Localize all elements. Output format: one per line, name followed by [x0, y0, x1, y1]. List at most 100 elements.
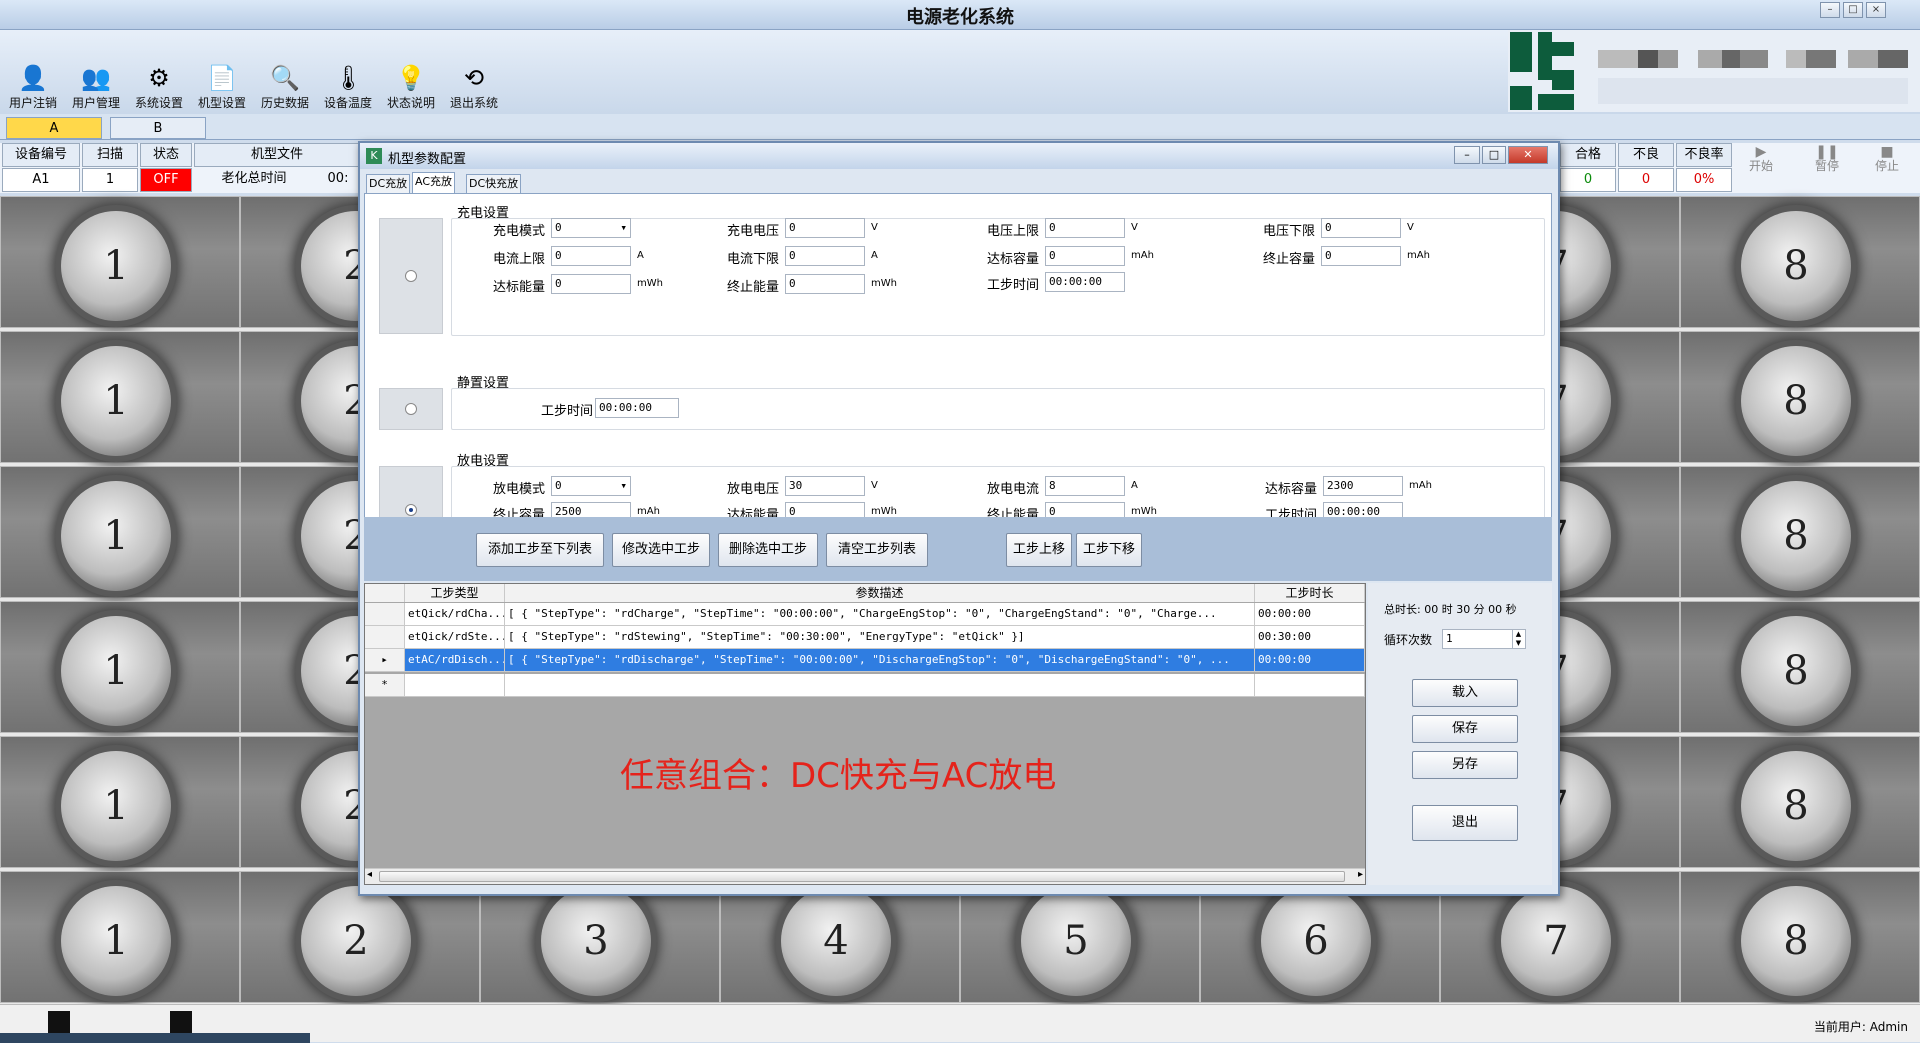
value-input[interactable]: 2300 — [1323, 476, 1403, 496]
tab-dc-fast-charge[interactable]: DC快充放 — [466, 174, 522, 194]
row-selector[interactable] — [365, 603, 405, 625]
table-cell[interactable]: etQick/rdCha... — [405, 603, 505, 625]
value-input[interactable]: 30 — [785, 476, 865, 496]
cycle-count-spinner[interactable]: ▲ ▼ — [1512, 630, 1524, 648]
value-input[interactable]: 0 — [1045, 218, 1125, 238]
save-button[interactable]: 保存 — [1412, 715, 1518, 743]
toolbar-button-6[interactable]: 💡 状态说明 — [380, 30, 442, 112]
value-input[interactable]: 0 — [1045, 246, 1125, 266]
channel-cell[interactable]: 1 — [0, 196, 240, 328]
mode-dropdown[interactable]: 0 — [551, 476, 631, 496]
status-off-badge[interactable]: OFF — [140, 168, 192, 192]
step-up-button[interactable]: 工步上移 — [1006, 533, 1072, 567]
pause-button[interactable]: ❚❚ 暂停 — [1796, 145, 1858, 191]
tab-a[interactable]: A — [6, 117, 102, 139]
channel-cell[interactable]: 8 — [1680, 331, 1920, 463]
scroll-left-icon[interactable]: ◂ — [367, 869, 372, 880]
toolbar-button-3[interactable]: 📄 机型设置 — [191, 30, 253, 112]
channel-cell[interactable]: 8 — [1680, 736, 1920, 868]
channel-cell[interactable]: 8 — [1680, 466, 1920, 598]
channel-cell[interactable]: 1 — [0, 871, 240, 1003]
horizontal-scrollbar[interactable]: ◂ ▸ — [365, 868, 1365, 884]
table-cell[interactable]: etQick/rdSte... — [405, 626, 505, 648]
dialog-minimize-button[interactable]: – — [1454, 146, 1480, 164]
unit-label: mWh — [871, 506, 897, 517]
row-selector[interactable]: ▸ — [365, 649, 405, 671]
exit-dialog-button[interactable]: 退出 — [1412, 805, 1518, 841]
toolbar-button-7[interactable]: ⟲ 退出系统 — [443, 30, 505, 112]
table-cell[interactable]: [ { "StepType": "rdStewing", "StepTime":… — [505, 626, 1255, 648]
value-input[interactable]: 00:00:00 — [1045, 272, 1125, 292]
table-cell[interactable]: 00:00:00 — [1255, 603, 1365, 625]
save-as-button[interactable]: 另存 — [1412, 751, 1518, 779]
new-row-cell[interactable] — [405, 674, 505, 696]
table-row[interactable]: etQick/rdCha...[ { "StepType": "rdCharge… — [365, 603, 1365, 626]
new-row-cell[interactable] — [505, 674, 1255, 696]
charge-radio-area[interactable] — [379, 218, 443, 334]
table-cell[interactable]: etAC/rdDisch... — [405, 649, 505, 671]
channel-cell[interactable]: 8 — [1680, 871, 1920, 1003]
unit-label: V — [871, 222, 878, 233]
close-window-button[interactable]: × — [1866, 2, 1886, 18]
table-row[interactable]: etQick/rdSte...[ { "StepType": "rdStewin… — [365, 626, 1365, 649]
channel-cell[interactable]: 1 — [0, 331, 240, 463]
col-pass: 合格 — [1560, 143, 1616, 167]
stop-button[interactable]: ■ 停止 — [1856, 145, 1918, 191]
rest-radio[interactable] — [405, 403, 417, 415]
scroll-right-icon[interactable]: ▸ — [1358, 869, 1363, 880]
discharge-radio-selected[interactable] — [405, 504, 417, 516]
rest-step-time-input[interactable]: 00:00:00 — [595, 398, 679, 418]
table-row[interactable]: ▸ etAC/rdDisch...[ { "StepType": "rdDisch… — [365, 649, 1365, 672]
modify-step-button[interactable]: 修改选中工步 — [612, 533, 710, 567]
channel-cell[interactable]: 1 — [0, 736, 240, 868]
value-input[interactable]: 0 — [1321, 218, 1401, 238]
value-input[interactable]: 0 — [1321, 246, 1401, 266]
toolbar-button-2[interactable]: ⚙ 系统设置 — [128, 30, 190, 112]
dialog-close-button[interactable]: ✕ — [1508, 146, 1548, 164]
table-cell[interactable]: 00:00:00 — [1255, 649, 1365, 671]
toolbar-button-1[interactable]: 👥 用户管理 — [65, 30, 127, 112]
charge-radio[interactable] — [405, 270, 417, 282]
tab-dc-charge-discharge[interactable]: DC充放 — [366, 174, 411, 194]
load-button[interactable]: 载入 — [1412, 679, 1518, 707]
toolbar-button-0[interactable]: 👤 用户注销 — [2, 30, 64, 112]
value-input[interactable]: 0 — [785, 246, 865, 266]
col-step-duration[interactable]: 工步时长 — [1255, 584, 1365, 602]
value-input[interactable]: 8 — [1045, 476, 1125, 496]
channel-knob: 8 — [1741, 886, 1851, 996]
row-selector[interactable] — [365, 626, 405, 648]
channel-cell[interactable]: 8 — [1680, 196, 1920, 328]
toolbar-button-5[interactable]: 🌡 设备温度 — [317, 30, 379, 112]
value-input[interactable]: 0 — [551, 246, 631, 266]
start-button[interactable]: ▶ 开始 — [1730, 145, 1792, 191]
tab-ac-charge-discharge[interactable]: AC充放 — [412, 172, 456, 194]
new-row[interactable]: * — [365, 674, 1365, 697]
clear-steps-button[interactable]: 清空工步列表 — [826, 533, 928, 567]
step-action-bar: 添加工步至下列表 修改选中工步 删除选中工步 清空工步列表 工步上移 工步下移 — [364, 517, 1552, 581]
table-cell[interactable]: 00:30:00 — [1255, 626, 1365, 648]
value-input[interactable]: 0 — [785, 218, 865, 238]
field-label: 终止容量 — [1263, 252, 1316, 267]
step-down-button[interactable]: 工步下移 — [1076, 533, 1142, 567]
scrollbar-thumb[interactable] — [379, 871, 1345, 882]
col-step-type[interactable]: 工步类型 — [405, 584, 505, 602]
channel-cell[interactable]: 8 — [1680, 601, 1920, 733]
value-input[interactable]: 0 — [551, 274, 631, 294]
field-label: 放电电压 — [727, 482, 780, 497]
table-cell[interactable]: [ { "StepType": "rdCharge", "StepTime": … — [505, 603, 1255, 625]
rest-radio-area[interactable] — [379, 388, 443, 430]
add-step-button[interactable]: 添加工步至下列表 — [476, 533, 604, 567]
minimize-button[interactable]: – — [1820, 2, 1840, 18]
channel-cell[interactable]: 1 — [0, 601, 240, 733]
dialog-maximize-button[interactable]: □ — [1482, 146, 1506, 164]
new-row-cell[interactable] — [1255, 674, 1365, 696]
mode-dropdown[interactable]: 0 — [551, 218, 631, 238]
table-cell[interactable]: [ { "StepType": "rdDischarge", "StepTime… — [505, 649, 1255, 671]
tab-b[interactable]: B — [110, 117, 206, 139]
value-input[interactable]: 0 — [785, 274, 865, 294]
col-param-desc[interactable]: 参数描述 — [505, 584, 1255, 602]
maximize-button[interactable]: □ — [1843, 2, 1863, 18]
channel-cell[interactable]: 1 — [0, 466, 240, 598]
delete-step-button[interactable]: 删除选中工步 — [718, 533, 818, 567]
toolbar-button-4[interactable]: 🔍 历史数据 — [254, 30, 316, 112]
